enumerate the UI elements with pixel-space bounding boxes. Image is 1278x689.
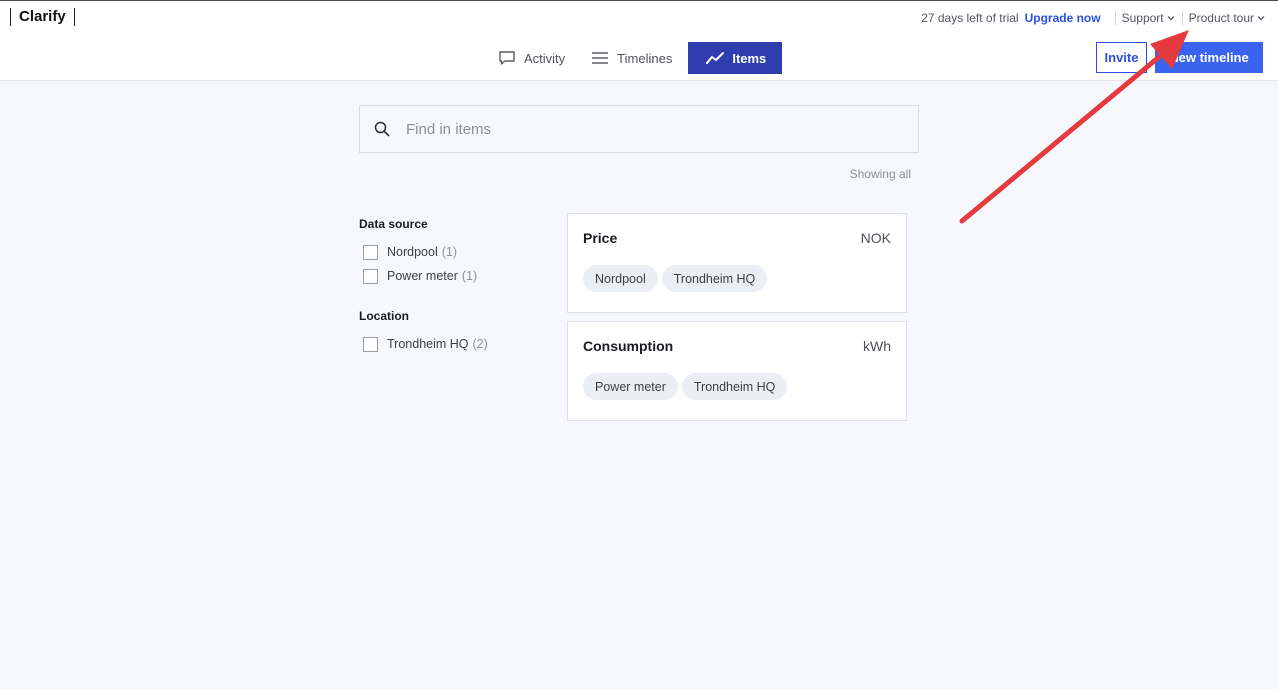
filter-option-label: Trondheim HQ	[387, 337, 469, 351]
product-tour-label: Product tour	[1188, 11, 1254, 25]
item-name: Consumption	[583, 338, 674, 354]
product-tour-menu[interactable]: Product tour	[1189, 11, 1266, 25]
filter-option-power-meter[interactable]: Power meter (1)	[363, 268, 477, 284]
divider	[1181, 11, 1183, 25]
filter-option-label: Power meter	[387, 269, 458, 283]
tab-activity[interactable]: Activity	[488, 42, 575, 74]
top-bar: Clarify 27 days left of trial Upgrade no…	[0, 0, 1278, 81]
item-tags: Nordpool Trondheim HQ	[583, 265, 771, 292]
chat-bubble-icon	[499, 51, 515, 65]
checkbox[interactable]	[363, 244, 378, 260]
results-status: Showing all	[849, 167, 911, 181]
filter-title-location: Location	[359, 309, 409, 323]
support-label: Support	[1121, 11, 1164, 25]
main-nav: Activity Timelines Items	[488, 42, 783, 74]
tab-timelines[interactable]: Timelines	[581, 42, 682, 74]
search-input[interactable]	[406, 120, 886, 138]
item-card-consumption[interactable]: Consumption kWh Power meter Trondheim HQ	[567, 321, 907, 421]
filter-option-count: (2)	[472, 337, 488, 351]
item-card-price[interactable]: Price NOK Nordpool Trondheim HQ	[567, 213, 907, 313]
search-box[interactable]	[359, 105, 919, 153]
upgrade-link[interactable]: Upgrade now	[1025, 11, 1101, 25]
chevron-down-icon	[1167, 16, 1175, 21]
filter-option-count: (1)	[441, 245, 458, 259]
tab-timelines-label: Timelines	[617, 50, 673, 66]
chevron-down-icon	[1257, 16, 1265, 21]
filter-option-label: Nordpool	[387, 245, 438, 259]
checkbox[interactable]	[363, 268, 378, 284]
new-timeline-button[interactable]: New timeline	[1155, 42, 1263, 73]
item-tag: Trondheim HQ	[661, 265, 768, 292]
search-icon	[374, 121, 390, 137]
item-tag: Power meter	[583, 373, 678, 400]
trend-line-icon	[706, 52, 725, 64]
filter-option-count: (1)	[461, 269, 478, 283]
item-tag: Trondheim HQ	[681, 373, 788, 400]
support-menu[interactable]: Support	[1122, 11, 1176, 25]
item-unit: NOK	[860, 230, 891, 246]
trial-area: 27 days left of trial Upgrade now Suppor…	[921, 10, 1266, 26]
checkbox[interactable]	[363, 336, 378, 352]
item-tag: Nordpool	[583, 265, 658, 292]
divider	[1114, 11, 1116, 25]
filter-option-nordpool[interactable]: Nordpool (1)	[363, 244, 457, 260]
tab-items-label: Items	[732, 50, 767, 66]
item-tags: Power meter Trondheim HQ	[583, 373, 791, 400]
item-name: Price	[583, 230, 618, 246]
tab-activity-label: Activity	[524, 50, 566, 66]
list-icon	[592, 52, 609, 64]
trial-status: 27 days left of trial	[921, 11, 1019, 25]
tab-items[interactable]: Items	[688, 42, 783, 74]
filter-title-data-source: Data source	[359, 217, 428, 231]
filter-option-trondheim-hq[interactable]: Trondheim HQ (2)	[363, 336, 488, 352]
invite-button[interactable]: Invite	[1096, 42, 1147, 73]
app-logo[interactable]: Clarify	[10, 8, 75, 26]
item-unit: kWh	[863, 338, 891, 354]
